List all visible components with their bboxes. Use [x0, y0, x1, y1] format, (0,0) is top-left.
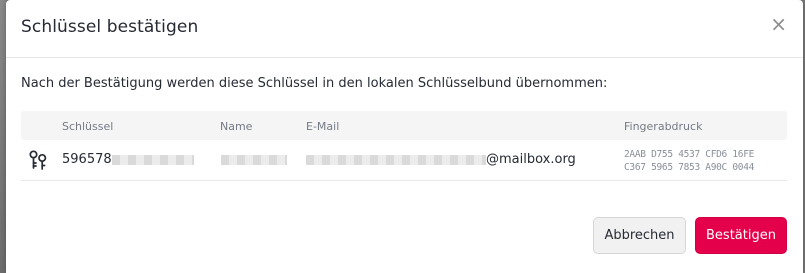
column-header-fingerprint: Fingerabdruck — [624, 120, 703, 133]
table-row: 596578 @mailbox.org 2AAB D755 4537 CFD6 … — [21, 140, 787, 181]
dialog-header: Schlüssel bestätigen × — [6, 0, 803, 58]
fingerprint-line-2: C367 5965 7853 A90C 0044 — [624, 162, 755, 173]
keys-table: Schlüssel Name E-Mail Fingerabdruck 5965… — [21, 111, 787, 181]
email-domain-text: @mailbox.org — [486, 152, 576, 167]
table-header: Schlüssel Name E-Mail Fingerabdruck — [21, 111, 787, 140]
close-icon[interactable]: × — [770, 14, 787, 34]
fingerprint-line-1: 2AAB D755 4537 CFD6 16FE — [624, 149, 755, 160]
dialog-title: Schlüssel bestätigen — [21, 17, 199, 37]
key-id-cell: 596578 — [62, 152, 194, 167]
email-cell: @mailbox.org — [306, 152, 576, 167]
fingerprint-cell: 2AAB D755 4537 CFD6 16FE C367 5965 7853 … — [624, 148, 754, 174]
column-header-key: Schlüssel — [62, 120, 114, 133]
confirm-button[interactable]: Bestätigen — [695, 217, 787, 254]
confirm-keys-dialog: Schlüssel bestätigen × Nach der Bestätig… — [6, 0, 803, 273]
dialog-intro-text: Nach der Bestätigung werden diese Schlüs… — [21, 76, 608, 91]
key-pair-icon — [29, 150, 47, 170]
key-id-text: 596578 — [62, 152, 112, 167]
redacted-key-id — [111, 154, 194, 165]
column-header-email: E-Mail — [306, 120, 340, 133]
redacted-name — [221, 155, 287, 165]
redacted-email-local-part — [306, 154, 486, 165]
cancel-button[interactable]: Abbrechen — [593, 217, 686, 254]
column-header-name: Name — [220, 120, 253, 133]
